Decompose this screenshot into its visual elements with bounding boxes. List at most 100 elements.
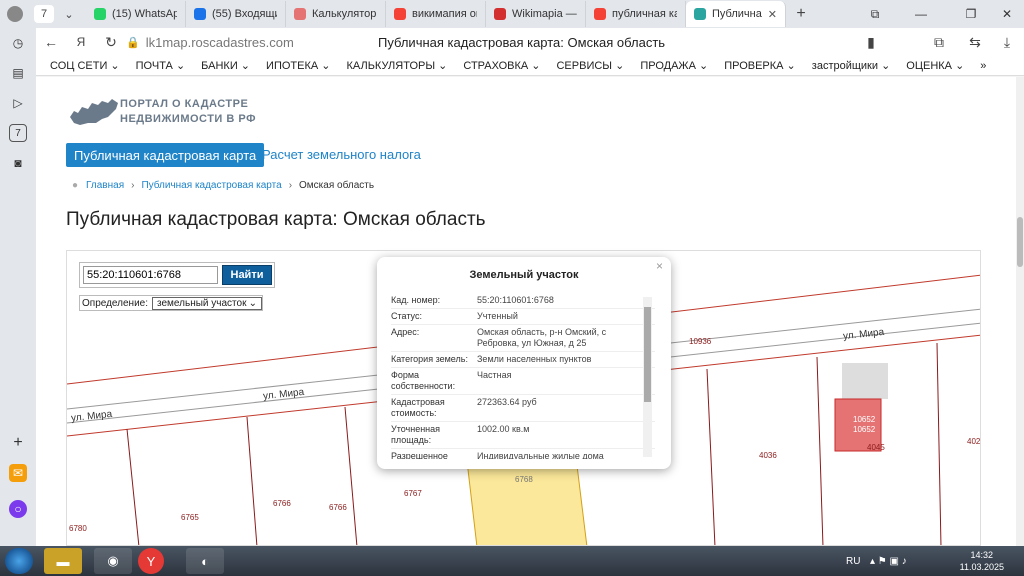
tab-1[interactable]: (55) Входящие — [186, 1, 286, 27]
screenshot-icon[interactable]: ◙ — [9, 154, 27, 172]
page-scrollbar[interactable] — [1016, 77, 1024, 546]
minimize-button[interactable]: — — [904, 0, 938, 28]
alice-assistant-icon[interactable]: ○ — [9, 500, 27, 518]
find-button[interactable]: Найти — [222, 265, 272, 285]
bookmark-folder[interactable]: ПРОВЕРКА ⌄ — [724, 59, 796, 72]
chevron-down-icon: ⌄ — [248, 297, 257, 309]
profile-avatar[interactable] — [4, 3, 26, 25]
history-icon[interactable]: ◷ — [9, 34, 27, 52]
popup-title: Земельный участок — [469, 269, 579, 281]
new-tab-button[interactable]: + — [790, 3, 812, 25]
bookmark-folder[interactable]: СТРАХОВКА ⌄ — [463, 59, 540, 72]
popup-row: Статус: Учтенный — [391, 309, 655, 325]
tab-5[interactable]: публичная када — [586, 1, 686, 27]
bookmark-icon[interactable]: ▮ — [856, 28, 886, 56]
downloads-icon[interactable]: ⤓ — [992, 28, 1022, 56]
yandex-browser-icon[interactable]: Y — [138, 548, 164, 574]
video-icon[interactable]: ▷ — [9, 94, 27, 112]
map-boundary — [936, 342, 942, 545]
parcel-info-popup: Земельный участок × Кад. номер: 55:20:110… — [377, 257, 671, 469]
russia-map-logo-icon[interactable] — [68, 95, 120, 127]
breadcrumb-map[interactable]: Публичная кадастровая карта — [141, 180, 281, 191]
popup-row-value: 1002.00 кв.м — [477, 424, 530, 434]
definition-select[interactable]: земельный участок ⌄ — [152, 296, 262, 310]
tab-count-badge[interactable]: 7 — [34, 5, 54, 23]
reload-button[interactable]: ↻ — [96, 28, 126, 56]
extensions-icon[interactable]: ⧉ — [924, 28, 954, 56]
address-toolbar: ← Я ↻ 🔒 lk1map.roscadastres.com Публична… — [36, 28, 1024, 56]
breadcrumb-home[interactable]: Главная — [86, 180, 124, 191]
tab-favicon-icon — [494, 8, 506, 20]
popup-row: Адрес: Омская область, р-н Омский, с Ребр… — [391, 325, 655, 352]
popup-scrollbar[interactable] — [643, 297, 652, 457]
mail-icon[interactable]: ✉ — [9, 464, 27, 482]
collections-sidebar-icon[interactable]: ▤ — [9, 64, 27, 82]
tab-0[interactable]: (15) WhatsApp — [86, 1, 186, 27]
close-icon[interactable]: × — [656, 259, 663, 273]
popup-row: Кадастровая стоимость: 272363.64 руб — [391, 395, 655, 422]
cadastral-number-input[interactable] — [83, 266, 218, 284]
address-url[interactable]: lk1map.roscadastres.com — [146, 35, 294, 50]
logo-line-2: НЕДВИЖИМОСТИ В РФ — [120, 113, 256, 125]
tab-4[interactable]: Wikimapia — о — [486, 1, 586, 27]
plot-label: 6766 — [329, 503, 347, 512]
clock[interactable]: 14:32 11.03.2025 — [960, 549, 1004, 573]
definition-value: земельный участок — [157, 297, 247, 309]
logo-text[interactable]: ПОРТАЛ О КАДАСТРЕ НЕДВИЖИМОСТИ В РФ — [120, 97, 256, 127]
bookmark-folder[interactable]: БАНКИ ⌄ — [201, 59, 250, 72]
badge-icon[interactable]: 7 — [9, 124, 27, 142]
tab-title: Публичная к — [712, 8, 762, 20]
popup-row-key: Кадастровая стоимость: — [391, 397, 445, 418]
plot-label: 6780 — [69, 524, 87, 533]
popup-row-key: Разрешенное — [391, 451, 448, 459]
close-window-button[interactable]: ✕ — [990, 0, 1024, 28]
map-boundary — [706, 368, 716, 545]
tray-icons[interactable]: ▴ ⚑ ▣ ♪ — [870, 546, 907, 576]
translate-icon[interactable]: ⇆ — [960, 28, 990, 56]
add-sidebar-icon[interactable]: + — [9, 434, 27, 452]
language-indicator[interactable]: RU — [846, 546, 860, 576]
bookmark-folder[interactable]: КАЛЬКУЛЯТОРЫ ⌄ — [346, 59, 447, 72]
popup-row: Кад. номер: 55:20:110601:6768 — [391, 293, 655, 309]
web-page: ПОРТАЛ О КАДАСТРЕ НЕДВИЖИМОСТИ В РФ Публ… — [36, 77, 1024, 546]
nav-land-tax-link[interactable]: Расчет земельного налога — [262, 147, 421, 162]
bookmark-folder[interactable]: застройщики ⌄ — [812, 59, 891, 72]
yandex-icon[interactable]: Я — [66, 28, 96, 56]
close-tab-icon[interactable]: ✕ — [768, 8, 777, 21]
plot-label: 6767 — [404, 489, 422, 498]
tab-6[interactable]: Публичная к ✕ — [686, 1, 786, 27]
popup-row: Форма собственности: Частная — [391, 368, 655, 395]
explorer-icon[interactable]: ▬ — [44, 548, 82, 574]
nav-cadastral-map-button[interactable]: Публичная кадастровая карта — [66, 143, 265, 167]
back-button[interactable]: ← — [36, 28, 66, 56]
app-icon[interactable]: ◐ — [186, 548, 224, 574]
tab-2[interactable]: Калькулятор д — [286, 1, 386, 27]
bookmark-folder[interactable]: ПРОДАЖА ⌄ — [640, 59, 708, 72]
bookmarks-bar: СОЦ СЕТИ ⌄ ПОЧТА ⌄ БАНКИ ⌄ ИПОТЕКА ⌄ КАЛЬКУЛ… — [36, 56, 1024, 76]
location-pin-icon: ● — [72, 180, 79, 191]
collections-icon[interactable]: ⧉ — [858, 0, 892, 28]
popup-row-value: Частная — [477, 370, 512, 380]
bookmark-folder[interactable]: ОЦЕНКА ⌄ — [906, 59, 964, 72]
map-building — [842, 363, 888, 399]
tabs-dropdown-icon[interactable]: ⌄ — [58, 3, 80, 25]
maximize-button[interactable]: ❐ — [954, 0, 988, 28]
popup-row-key: Форма собственности: — [391, 370, 456, 391]
bookmark-folder[interactable]: ПОЧТА ⌄ — [136, 59, 186, 72]
tab-3[interactable]: викимапия ом — [386, 1, 486, 27]
tab-favicon-icon — [194, 8, 206, 20]
bookmark-folder[interactable]: » — [980, 60, 986, 72]
bookmark-folder[interactable]: СЕРВИСЫ ⌄ — [556, 59, 624, 72]
start-button[interactable] — [5, 548, 33, 574]
plot-label: 10936 — [689, 337, 712, 346]
popup-body: Кад. номер: 55:20:110601:6768 Статус: Учтен… — [391, 293, 655, 459]
chrome-icon[interactable]: ◉ — [94, 548, 132, 574]
tab-favicon-icon — [294, 8, 306, 20]
map-boundary — [126, 428, 140, 545]
bookmark-folder[interactable]: СОЦ СЕТИ ⌄ — [50, 59, 120, 72]
page-content: ПОРТАЛ О КАДАСТРЕ НЕДВИЖИМОСТИ В РФ Публ… — [36, 77, 1016, 546]
site-lock-icon[interactable]: 🔒 — [126, 36, 140, 49]
bookmark-folder[interactable]: ИПОТЕКА ⌄ — [266, 59, 330, 72]
browser-sidebar: ◷ ▤ ▷ 7 ◙ + ✉ ○ — [0, 28, 36, 546]
popup-row-value: Омская область, р-н Омский, с Ребровка, … — [477, 327, 607, 348]
